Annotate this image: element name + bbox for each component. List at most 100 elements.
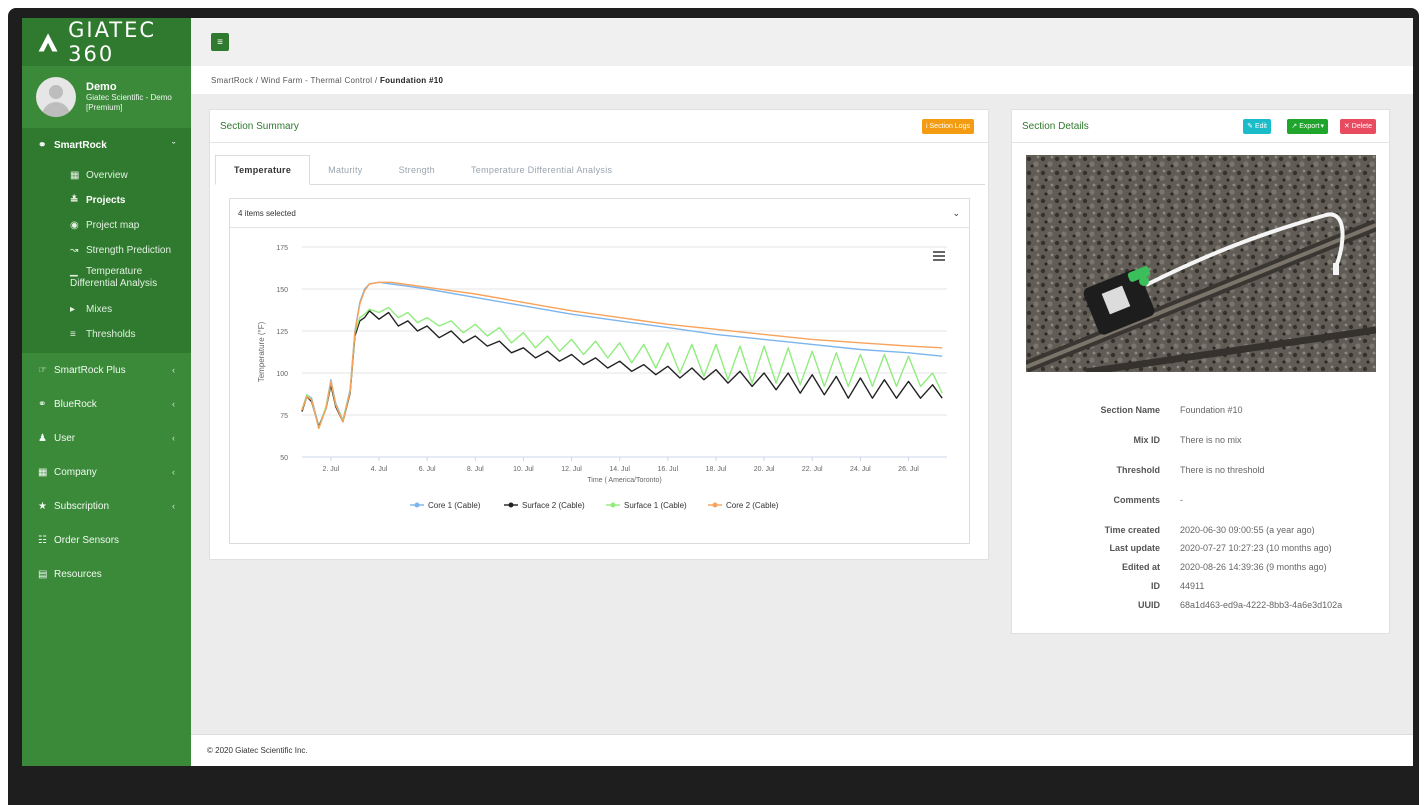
user-org: Giatec Scientific - Demo <box>86 93 172 102</box>
chevron-down-icon: ⌄ <box>952 207 960 218</box>
x-tick-label: 10. Jul <box>513 466 534 473</box>
y-tick-label: 175 <box>276 245 288 252</box>
sidebar-item-label: Strength Prediction <box>86 245 172 256</box>
detail-value: There is no threshold <box>1180 465 1265 475</box>
detail-label: Time created <box>1104 525 1160 535</box>
legend-label: Core 1 (Cable) <box>428 501 481 510</box>
export-button[interactable]: ↗ Export ▾ <box>1287 118 1328 134</box>
sidebar-item-user[interactable]: ♟ User ‹ <box>22 421 191 455</box>
section-details-header: Section Details ✎ Edit ↗ Export ▾ ✕ Dele… <box>1012 110 1389 143</box>
logo-text: GIATEC 360 <box>68 18 157 66</box>
sidebar-item-strength-prediction[interactable]: ↝ Strength Prediction <box>22 238 191 263</box>
sidebar-item-project-map[interactable]: ◉ Project map <box>22 213 191 238</box>
detail-label: Mix ID <box>1133 435 1160 445</box>
x-tick-label: 2. Jul <box>323 466 340 473</box>
series-line-4 <box>301 281 943 430</box>
sidebar-item-label: SmartRock <box>54 140 107 151</box>
legend-marker <box>610 502 616 508</box>
detail-label: Edited at <box>1121 562 1160 572</box>
tab-maturity[interactable]: Maturity <box>310 155 380 185</box>
x-tick-label: 16. Jul <box>658 466 679 473</box>
caret-down-icon: ▾ <box>1320 123 1324 130</box>
x-tick-label: 26. Jul <box>898 466 919 473</box>
section-logs-label: Section Logs <box>929 122 970 130</box>
x-tick-label: 18. Jul <box>706 466 727 473</box>
delete-button[interactable]: ✕ Delete <box>1339 118 1376 134</box>
smartrock-group: ⚭ SmartRock ˇ ▦ Overview ≛ Projects ◉ Pr… <box>22 128 191 353</box>
export-icon: ↗ <box>1291 123 1298 130</box>
chart-menu-icon <box>933 255 945 257</box>
detail-row: Section Name Foundation #10 <box>1012 405 1391 417</box>
star-icon: ★ <box>38 500 47 512</box>
section-details-panel: Section Details ✎ Edit ↗ Export ▾ ✕ Dele… <box>1011 109 1390 634</box>
sidebar-item-projects[interactable]: ≛ Projects <box>22 188 191 213</box>
chevron-left-icon: ‹ <box>172 399 175 409</box>
trash-icon: ✕ <box>1343 123 1350 130</box>
user-plan: [Premium] <box>86 103 123 112</box>
sidebar-item-label: Subscription <box>54 500 110 512</box>
y-tick-label: 50 <box>280 455 288 462</box>
sidebar-item-order-sensors[interactable]: ☷ Order Sensors <box>22 523 191 557</box>
detail-label: Comments <box>1113 495 1160 505</box>
tab-temperature[interactable]: Temperature <box>215 155 311 185</box>
series-select[interactable]: 4 items selected ⌄ <box>230 199 969 228</box>
avatar <box>36 77 76 117</box>
detail-row: Comments - <box>1012 495 1391 507</box>
sidebar-item-overview[interactable]: ▦ Overview <box>22 163 191 188</box>
y-tick-label: 100 <box>276 371 288 378</box>
sidebar-item-mixes[interactable]: ▸ Mixes <box>22 297 191 322</box>
info-icon: i <box>925 122 928 130</box>
footer: © 2020 Giatec Scientific Inc. <box>191 734 1413 766</box>
sidebar-item-label: SmartRock Plus <box>54 364 126 376</box>
user-name: Demo <box>86 81 117 93</box>
sidebar-item-resources[interactable]: ▤ Resources <box>22 557 191 591</box>
detail-value: 2020-06-30 09:00:55 (a year ago) <box>1180 525 1315 535</box>
section-logs-button[interactable]: i Section Logs <box>921 118 974 134</box>
wifi-icon: ⚭ <box>38 398 47 410</box>
section-photo <box>1026 155 1376 372</box>
chart-container: 4 items selected ⌄ 50 75 100 125 150 175 2. Ju… <box>229 198 970 544</box>
sidebar-item-smartrock[interactable]: ⚭ SmartRock ˇ <box>22 128 191 163</box>
detail-row: UUID 68a1d463-ed9a-4222-8bb3-4a6e3d102a <box>1012 600 1391 612</box>
legend-label: Surface 2 (Cable) <box>522 501 585 510</box>
tab-temperature-differential-analysis[interactable]: Temperature Differential Analysis <box>453 155 630 185</box>
x-tick-label: 6. Jul <box>419 466 436 473</box>
y-axis-title: Temperature (°F) <box>257 321 266 382</box>
chevron-left-icon: ‹ <box>172 433 175 443</box>
series-select-value: 4 items selected <box>238 208 296 218</box>
logo-bar[interactable]: GIATEC 360 <box>22 18 191 66</box>
detail-row: Time created 2020-06-30 09:00:55 (a year … <box>1012 525 1391 537</box>
section-summary-panel: Section Summary i Section Logs Temperatu… <box>209 109 989 560</box>
chevron-left-icon: ‹ <box>172 365 175 375</box>
breadcrumb-current: Foundation #10 <box>379 75 444 85</box>
edit-button[interactable]: ✎ Edit <box>1243 118 1271 134</box>
edit-label: Edit <box>1254 122 1267 130</box>
x-tick-label: 4. Jul <box>371 466 388 473</box>
temperature-chart: 50 75 100 125 150 175 2. Jul 4. Jul 6. Jul 8. Jul… <box>257 245 947 510</box>
sidebar-item-smartrock-plus[interactable]: ☞ SmartRock Plus ‹ <box>22 353 191 387</box>
detail-value: - <box>1180 495 1183 505</box>
menu-toggle-button[interactable]: ≡ <box>211 33 229 51</box>
user-icon: ♟ <box>38 432 47 444</box>
sidebar-item-label: BlueRock <box>54 398 97 410</box>
sidebar-item-temperature-differential[interactable]: ▁ Temperature Differential Analysis <box>22 263 191 297</box>
legend-label: Surface 1 (Cable) <box>624 501 687 510</box>
sidebar-item-label: Company <box>54 466 97 478</box>
chart-menu-icon <box>933 251 945 253</box>
sidebar-item-company[interactable]: ▦ Company ‹ <box>22 455 191 489</box>
sidebar-item-thresholds[interactable]: ≡ Thresholds <box>22 322 191 347</box>
sidebar-item-subscription[interactable]: ★ Subscription ‹ <box>22 489 191 523</box>
detail-label: ID <box>1151 581 1160 591</box>
user-block[interactable]: Demo Giatec Scientific - Demo [Premium] <box>22 66 191 128</box>
sidebar-item-bluerock[interactable]: ⚭ BlueRock ‹ <box>22 387 191 421</box>
sidebar-item-label: Project map <box>86 220 140 231</box>
giatec-logo-icon <box>38 33 58 52</box>
series-line-2 <box>301 310 943 428</box>
breadcrumb-path[interactable]: SmartRock / Wind Farm - Thermal Control … <box>211 76 377 85</box>
series-line-1 <box>301 281 943 428</box>
main-content: ≡ SmartRock / Wind Farm - Thermal Contro… <box>191 18 1413 766</box>
detail-row: ID 44911 <box>1012 581 1391 593</box>
detail-row: Last update 2020-07-27 10:27:23 (10 month… <box>1012 543 1391 555</box>
cart-icon: ☷ <box>38 534 47 546</box>
tab-strength[interactable]: Strength <box>381 155 453 185</box>
